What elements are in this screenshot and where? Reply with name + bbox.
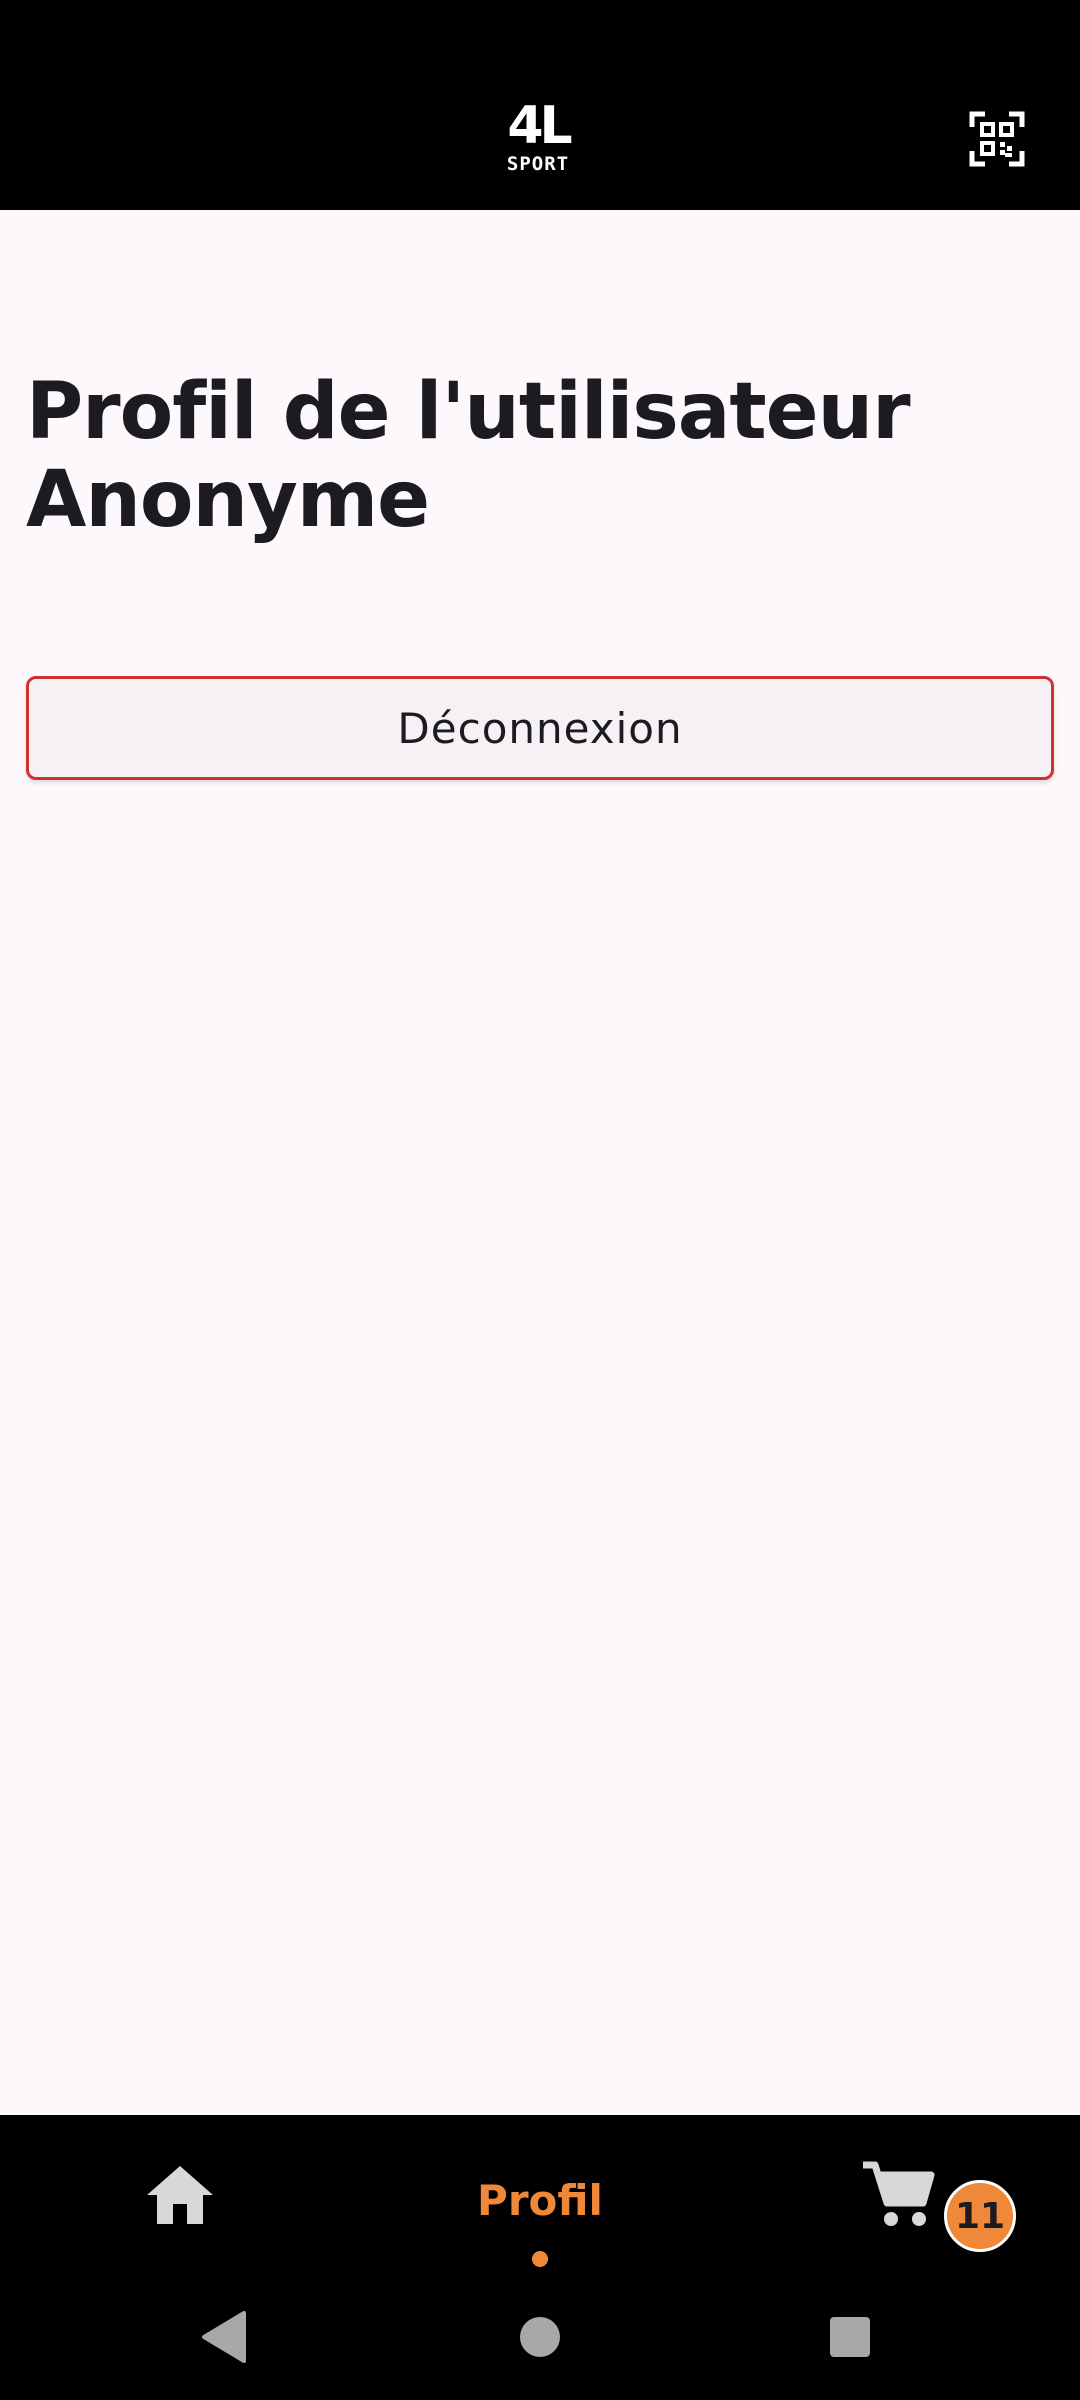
logout-button[interactable]: Déconnexion <box>26 676 1054 780</box>
qr-code-scan-icon[interactable] <box>962 104 1032 174</box>
home-icon[interactable] <box>140 2155 220 2235</box>
top-app-bar: 4L SPORT <box>0 0 1080 210</box>
logo-wordmark: SPORT <box>506 153 570 175</box>
recents-square-icon[interactable] <box>830 2317 870 2357</box>
back-triangle-icon[interactable] <box>200 2310 250 2364</box>
page-title: Profil de l'utilisateur Anonyme <box>26 367 911 545</box>
cart-icon[interactable] <box>856 2152 940 2236</box>
nav-item-profil[interactable]: Profil <box>440 2165 640 2235</box>
cart-count-badge: 11 <box>944 2180 1016 2252</box>
brand-logo: 4L SPORT <box>488 100 588 180</box>
logo-mark: 4L <box>507 96 572 156</box>
profile-screen: 4L SPORT Profil de l'utilisateur Anonyme… <box>0 0 1080 2400</box>
active-indicator-dot <box>532 2251 548 2267</box>
home-circle-icon[interactable] <box>520 2317 560 2357</box>
